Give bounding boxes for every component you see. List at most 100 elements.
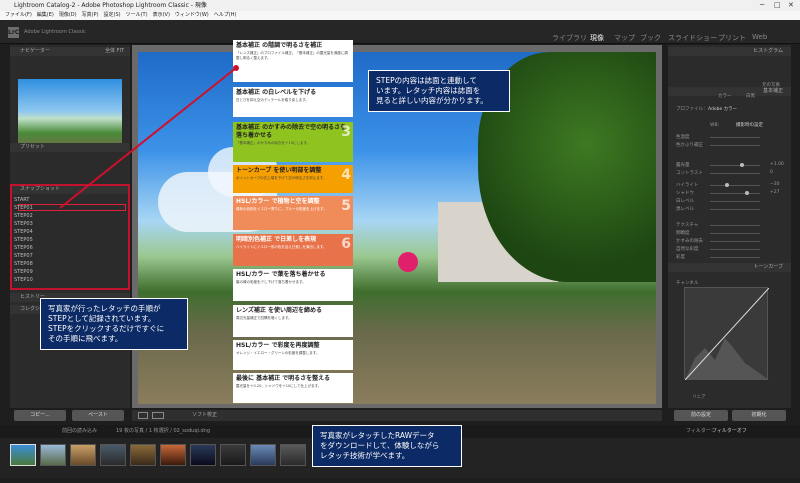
shadows-value[interactable]: +27 — [770, 190, 780, 195]
step-card-3: 基本補正 のかすみの除去で空の明るさを落ち着かせる「基本補正」のかすみの除去を＋… — [233, 122, 353, 162]
navigator-header[interactable]: ナビゲーター 全体 FIT — [10, 47, 130, 56]
step-card-6: 明暗別色補正 で日差しを表現 ハイライトにイエロー系の色を加え日差しを演出します。… — [233, 234, 353, 266]
tone-curve-header[interactable]: トーンカーブ — [668, 263, 791, 272]
snapshot-step07[interactable]: STEP07 — [14, 252, 33, 260]
module-slideshow[interactable]: スライドショー — [668, 33, 717, 43]
menu-help[interactable]: ヘルプ(H) — [214, 12, 237, 18]
basic-label: 基本補正 — [762, 88, 783, 94]
menu-settings[interactable]: 設定(S) — [104, 12, 121, 18]
film-thumb-8[interactable] — [220, 444, 246, 466]
paste-settings-button[interactable]: ペースト — [72, 410, 124, 421]
snapshot-step10[interactable]: STEP10 — [14, 276, 33, 284]
menu-view[interactable]: 表示(V) — [153, 12, 170, 18]
step-4-number: 4 — [341, 167, 351, 183]
menu-window[interactable]: ウィンドウ(W) — [175, 12, 209, 18]
exposure-knob[interactable] — [740, 163, 744, 167]
maximize-button[interactable]: □ — [774, 0, 781, 11]
whites-slider[interactable] — [710, 201, 760, 202]
module-web[interactable]: Web — [752, 33, 767, 41]
presets-header[interactable]: プリセット — [10, 143, 130, 152]
film-thumb-6[interactable] — [160, 444, 186, 466]
point-curve-select[interactable]: リニア — [692, 394, 706, 400]
dehaze-slider[interactable] — [710, 241, 760, 242]
reset-button[interactable]: 初期化 — [732, 410, 786, 421]
module-map[interactable]: マップ — [614, 33, 635, 43]
menu-file[interactable]: ファイル(F) — [5, 12, 32, 18]
step-3-title: 基本補正 のかすみの除去で空の明るさを落ち着かせる — [236, 124, 347, 139]
slider-label-shadows: シャドウ — [676, 191, 694, 196]
module-book[interactable]: ブック — [640, 33, 661, 43]
module-develop[interactable]: 現像 — [590, 33, 604, 43]
navigator-zoom[interactable]: 全体 FIT — [105, 47, 124, 56]
step-6-number: 6 — [341, 236, 351, 252]
film-thumb-1[interactable] — [10, 444, 36, 466]
treatment-color[interactable]: カラー — [718, 93, 732, 99]
callout-step-content: STEPの内容は誌面と連動して います。レタッチ内容は誌面を 見ると詳しい内容が… — [368, 70, 510, 112]
temp-slider[interactable] — [710, 137, 760, 138]
soft-proof-label[interactable]: ソフト校正 — [192, 411, 217, 418]
film-thumb-4[interactable] — [100, 444, 126, 466]
film-thumb-9[interactable] — [250, 444, 276, 466]
exposure-value[interactable]: +1.00 — [770, 162, 784, 167]
film-thumb-7[interactable] — [190, 444, 216, 466]
step-5-title: HSL/カラー で植物と空を調整 — [236, 198, 320, 205]
snapshot-step04[interactable]: STEP04 — [14, 228, 33, 236]
filmstrip-source[interactable]: 前回の読み込み — [62, 425, 97, 438]
exposure-slider[interactable] — [710, 165, 760, 166]
snapshot-step05[interactable]: STEP05 — [14, 236, 33, 244]
center-toolbar: ソフト校正 — [132, 410, 662, 421]
step-3-number: 3 — [341, 124, 351, 140]
step-3-body: 「基本補正」のかすみの除去を＋15にします。 — [236, 141, 311, 145]
filmstrip-count: 19 枚の写真 / 1 枚選択 / 02_soduqi.dng — [116, 428, 210, 434]
tint-slider[interactable] — [710, 145, 760, 146]
snapshot-step06[interactable]: STEP06 — [14, 244, 33, 252]
wb-select[interactable]: 撮影時の設定 — [736, 122, 763, 128]
highlights-slider[interactable] — [710, 185, 760, 186]
shadows-knob[interactable] — [745, 191, 749, 195]
curve-channel-label: チャンネル — [676, 281, 699, 286]
profile-select[interactable]: Adobe カラー — [708, 106, 737, 112]
snapshot-start[interactable]: START — [14, 196, 29, 204]
snapshot-step02[interactable]: STEP02 — [14, 212, 33, 220]
snapshot-step09[interactable]: STEP09 — [14, 268, 33, 276]
blacks-slider[interactable] — [710, 209, 760, 210]
slider-label-tint: 色かぶり補正 — [676, 143, 703, 148]
snapshot-step01[interactable]: STEP01 — [14, 204, 33, 212]
contrast-slider[interactable] — [710, 173, 760, 174]
menu-develop[interactable]: 現像(D) — [59, 12, 77, 18]
module-library[interactable]: ライブラリ — [552, 33, 587, 43]
film-thumb-2[interactable] — [40, 444, 66, 466]
step-5-number: 5 — [341, 198, 351, 214]
texture-slider[interactable] — [710, 225, 760, 226]
contrast-value[interactable]: 0 — [770, 170, 773, 175]
histogram-header[interactable]: ヒストグラム — [668, 47, 791, 56]
menu-edit[interactable]: 編集(E) — [37, 12, 54, 18]
before-after-icon[interactable] — [152, 412, 164, 419]
film-thumb-3[interactable] — [70, 444, 96, 466]
vibrance-slider[interactable] — [710, 249, 760, 250]
saturation-slider[interactable] — [710, 257, 760, 258]
navigator-thumbnail[interactable] — [18, 79, 122, 151]
highlights-knob[interactable] — [725, 183, 729, 187]
minimize-button[interactable]: ─ — [760, 0, 764, 11]
clarity-slider[interactable] — [710, 233, 760, 234]
shadows-slider[interactable] — [710, 193, 760, 194]
tone-curve-graph[interactable] — [684, 287, 770, 381]
filter-select[interactable]: フィルターオフ — [712, 425, 747, 438]
loupe-view-icon[interactable] — [138, 412, 148, 419]
film-thumb-5[interactable] — [130, 444, 156, 466]
close-button[interactable]: ✕ — [788, 0, 794, 11]
snapshot-step03[interactable]: STEP03 — [14, 220, 33, 228]
step-card-2: 基本補正 の白レベルを下げる 白とびを抑え空のディテールを取り戻します。 — [233, 87, 353, 117]
highlights-value[interactable]: −30 — [770, 182, 780, 187]
menu-photo[interactable]: 写真(P) — [82, 12, 99, 18]
step-7-body: 葉の緑の彩度を少し下げて落ち着かせます。 — [236, 280, 306, 284]
previous-settings-button[interactable]: 前の設定 — [674, 410, 728, 421]
treatment-bw[interactable]: 白黒 — [746, 93, 755, 99]
module-print[interactable]: プリント — [718, 33, 746, 43]
snapshot-step08[interactable]: STEP08 — [14, 260, 33, 268]
slider-label-exposure: 露光量 — [676, 163, 690, 168]
menu-tools[interactable]: ツール(T) — [126, 12, 148, 18]
copy-settings-button[interactable]: コピー... — [14, 410, 66, 421]
film-thumb-10[interactable] — [280, 444, 306, 466]
